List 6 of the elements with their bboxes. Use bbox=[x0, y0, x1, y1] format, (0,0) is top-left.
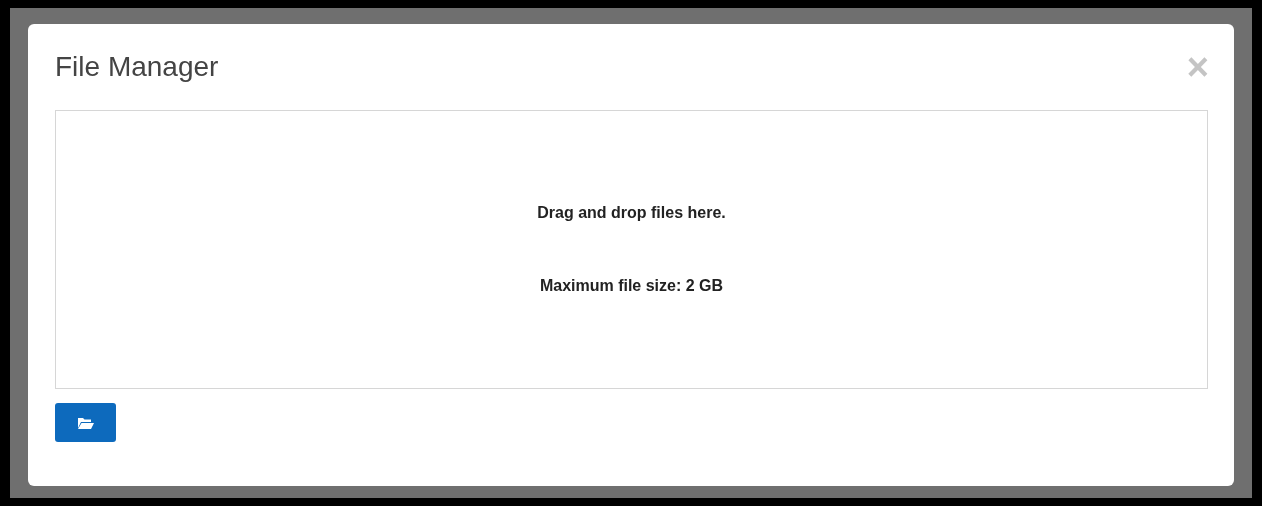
drop-zone-text: Maximum file size: 2 GB bbox=[539, 276, 724, 296]
drop-zone[interactable]: Drag and drop files here. Maximum file size: 2 GB bbox=[55, 110, 1208, 389]
browse-button[interactable] bbox=[55, 403, 116, 442]
dialog-title: File Manager bbox=[55, 50, 219, 84]
drop-zone-text: Drag and drop files here. bbox=[537, 203, 726, 223]
folder-icon bbox=[77, 416, 94, 429]
